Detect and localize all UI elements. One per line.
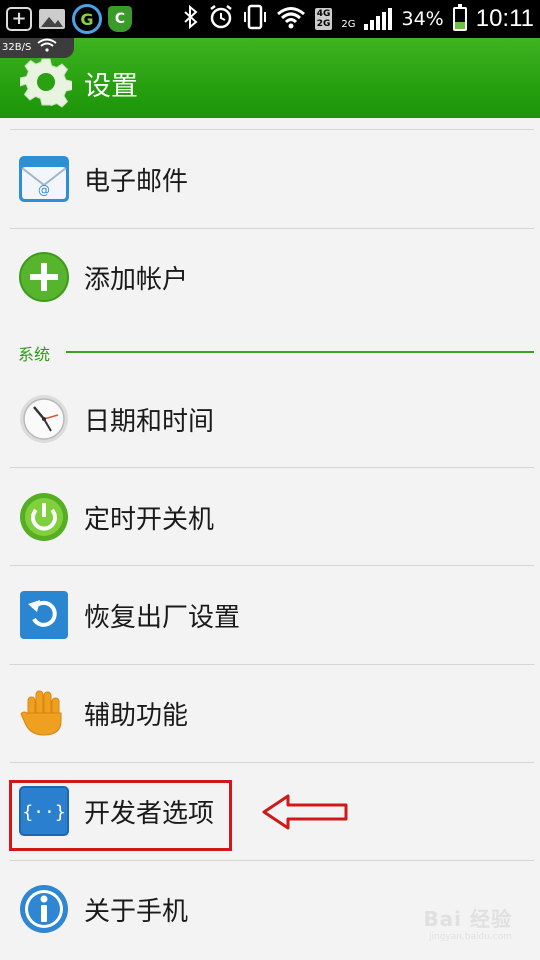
status-bar: + G C 4G 2G 2G 34% 10:11: [0, 0, 540, 38]
watermark-brand: Bai 经验: [423, 907, 512, 931]
network-speed-label: 32B/S: [2, 42, 32, 53]
settings-item-label: 添加帐户: [84, 264, 189, 295]
speed-wifi-icon: [37, 38, 57, 58]
alarm-icon: [208, 4, 234, 34]
plus-icon: +: [6, 7, 32, 31]
settings-item-date-time[interactable]: 日期和时间: [0, 370, 540, 468]
shield-app-icon: C: [108, 6, 132, 32]
network-speed-overlay: 32B/S: [0, 38, 74, 58]
section-label: 系统: [18, 345, 51, 364]
g-app-icon: G: [72, 4, 102, 34]
watermark-url: jingyan.baidu.com: [428, 932, 512, 942]
battery-percent: 34%: [401, 8, 444, 30]
email-icon: @: [19, 156, 69, 202]
power-icon: [20, 493, 68, 541]
settings-item-label: 电子邮件: [84, 166, 189, 197]
settings-item-add-account[interactable]: 添加帐户: [0, 228, 540, 326]
arrow-left-icon: [262, 794, 348, 830]
settings-item-label: 定时开关机: [84, 504, 215, 535]
settings-item-email[interactable]: @ 电子邮件: [0, 130, 540, 228]
settings-item-accessibility[interactable]: 辅助功能: [0, 664, 540, 762]
network-type-indicator: 4G 2G: [314, 8, 333, 30]
settings-item-label: 日期和时间: [84, 406, 215, 437]
action-bar: 32B/S 设置: [0, 38, 540, 118]
section-divider: [66, 351, 534, 353]
signal-icon: [364, 8, 393, 30]
gear-icon[interactable]: [20, 56, 72, 108]
settings-item-scheduled-power[interactable]: 定时开关机: [0, 468, 540, 566]
battery-fill: [454, 22, 465, 29]
info-icon: [20, 885, 68, 933]
svg-text:@: @: [38, 183, 50, 197]
settings-item-label: 关于手机: [84, 896, 189, 927]
settings-item-label: 恢复出厂设置: [84, 602, 241, 633]
vibrate-icon: [243, 4, 267, 34]
page-title: 设置: [84, 71, 138, 102]
clock-icon: [20, 395, 68, 443]
wifi-icon: [276, 5, 306, 33]
network-2g-label: 2G: [341, 18, 356, 30]
bluetooth-icon: [183, 4, 199, 34]
section-header-system: 系统: [0, 338, 540, 368]
add-icon: [19, 252, 69, 302]
image-icon: [39, 9, 65, 29]
hand-icon: [20, 690, 62, 736]
reset-icon: [20, 591, 68, 639]
settings-item-label: 辅助功能: [84, 700, 189, 731]
settings-item-factory-reset[interactable]: 恢复出厂设置: [0, 566, 540, 664]
battery-icon: [452, 4, 467, 31]
notification-icons: + G C: [6, 4, 132, 34]
highlight-box: [9, 780, 232, 851]
system-icons: 4G 2G 2G 34% 10:11: [183, 4, 534, 34]
clock-time: 10:11: [475, 5, 534, 32]
watermark: Bai 经验 jingyan.baidu.com: [423, 903, 512, 942]
